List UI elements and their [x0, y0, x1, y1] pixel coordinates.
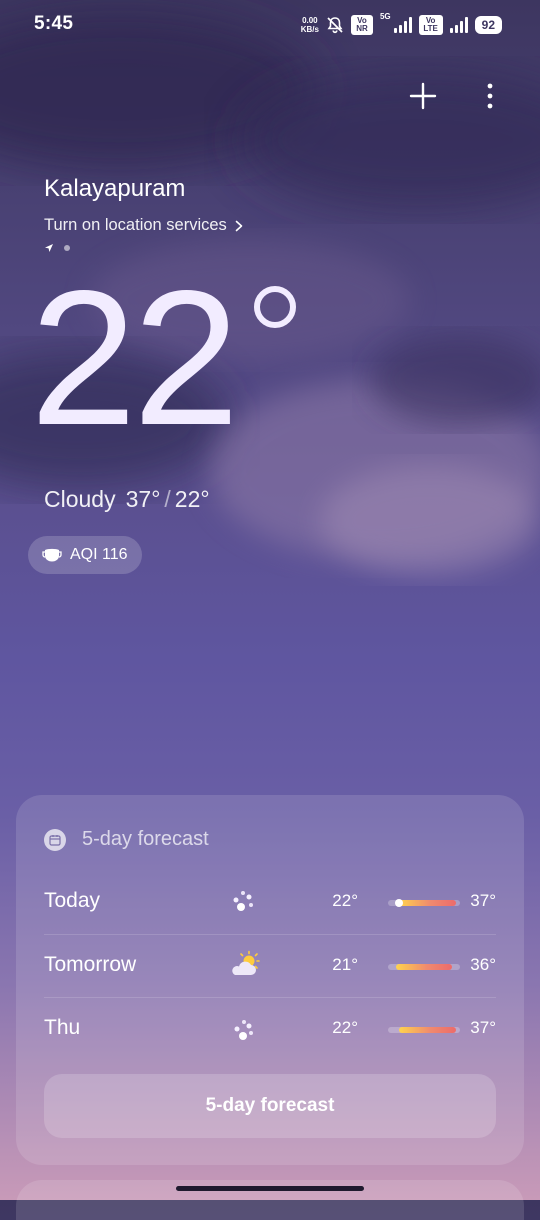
condition-label: Cloudy: [44, 486, 116, 512]
temp-range-bar: [388, 899, 460, 907]
five-day-forecast-button[interactable]: 5-day forecast: [44, 1074, 496, 1138]
signal-icon: [393, 17, 412, 33]
condition-summary: Cloudy 37° / 22°: [44, 486, 210, 513]
partly-cloudy-icon: [232, 950, 260, 975]
plus-icon: [409, 82, 437, 110]
volte-nr-badge: Vo NR: [350, 15, 373, 35]
location-services-link[interactable]: Turn on location services: [44, 216, 243, 235]
forecast-high: 37°: [470, 891, 496, 910]
more-vertical-icon: [487, 83, 493, 109]
aqi-badge[interactable]: AQI 116: [28, 536, 142, 574]
temp-range-fill: [399, 900, 457, 906]
forecast-day: Today: [44, 889, 101, 912]
forecast-low: 22°: [332, 1018, 358, 1037]
volte-lte-badge: Vo LTE: [418, 15, 443, 35]
network-speed: 0.00 KB/s: [301, 16, 319, 34]
status-icons: 0.00 KB/s Vo NR 5G Vo LTE 92: [301, 12, 502, 38]
current-temperature: 22: [30, 250, 240, 465]
forecast-row-thu[interactable]: Thu 22° 37°: [44, 997, 496, 1061]
location-name: Kalayapuram: [44, 175, 186, 202]
status-bar: 5:45 0.00 KB/s Vo NR 5G Vo LTE 92: [0, 0, 540, 52]
snow-icon: [233, 891, 253, 911]
degree-symbol: [254, 286, 296, 328]
forecast-title: 5-day forecast: [82, 828, 209, 850]
forecast-row-tomorrow[interactable]: Tomorrow 21° 36°: [44, 934, 496, 998]
temp-range-bar: [388, 964, 460, 970]
forecast-day: Tomorrow: [44, 953, 137, 976]
home-indicator[interactable]: [176, 1186, 364, 1191]
forecast-day: Thu: [44, 1016, 81, 1039]
forecast-high: 36°: [470, 955, 496, 974]
more-options-button[interactable]: [472, 78, 508, 114]
signal-icon-2: [449, 17, 468, 33]
high-temp: 37°: [125, 486, 161, 512]
calendar-icon: [44, 828, 66, 851]
separator: /: [164, 486, 171, 512]
low-temp: 22°: [174, 486, 210, 512]
add-city-button[interactable]: [405, 78, 441, 114]
forecast-card: 5-day forecast Today 22° 37° Tomorrow 21…: [16, 795, 524, 1165]
forecast-high: 37°: [470, 1018, 496, 1037]
forecast-row-today[interactable]: Today 22° 37°: [44, 871, 496, 934]
5g-label: 5G: [379, 12, 391, 21]
mask-icon: [42, 548, 62, 562]
high-low: 37° / 22°: [126, 486, 210, 513]
temp-range-fill: [395, 964, 453, 970]
snow-icon: [234, 1020, 253, 1040]
temp-range-bar: [388, 1027, 460, 1033]
battery-indicator: 92: [474, 16, 502, 34]
forecast-header: 5-day forecast: [44, 828, 209, 851]
temp-range-fill: [399, 1027, 457, 1033]
chevron-right-icon: [235, 220, 243, 231]
aqi-value: AQI 116: [70, 546, 128, 563]
forecast-low: 21°: [332, 955, 358, 974]
location-services-label: Turn on location services: [44, 216, 227, 234]
network-speed-value: 0.00: [302, 16, 318, 25]
network-speed-unit: KB/s: [300, 25, 319, 34]
forecast-low: 22°: [332, 891, 358, 910]
mute-icon: [327, 17, 343, 34]
status-time: 5:45: [34, 13, 74, 34]
